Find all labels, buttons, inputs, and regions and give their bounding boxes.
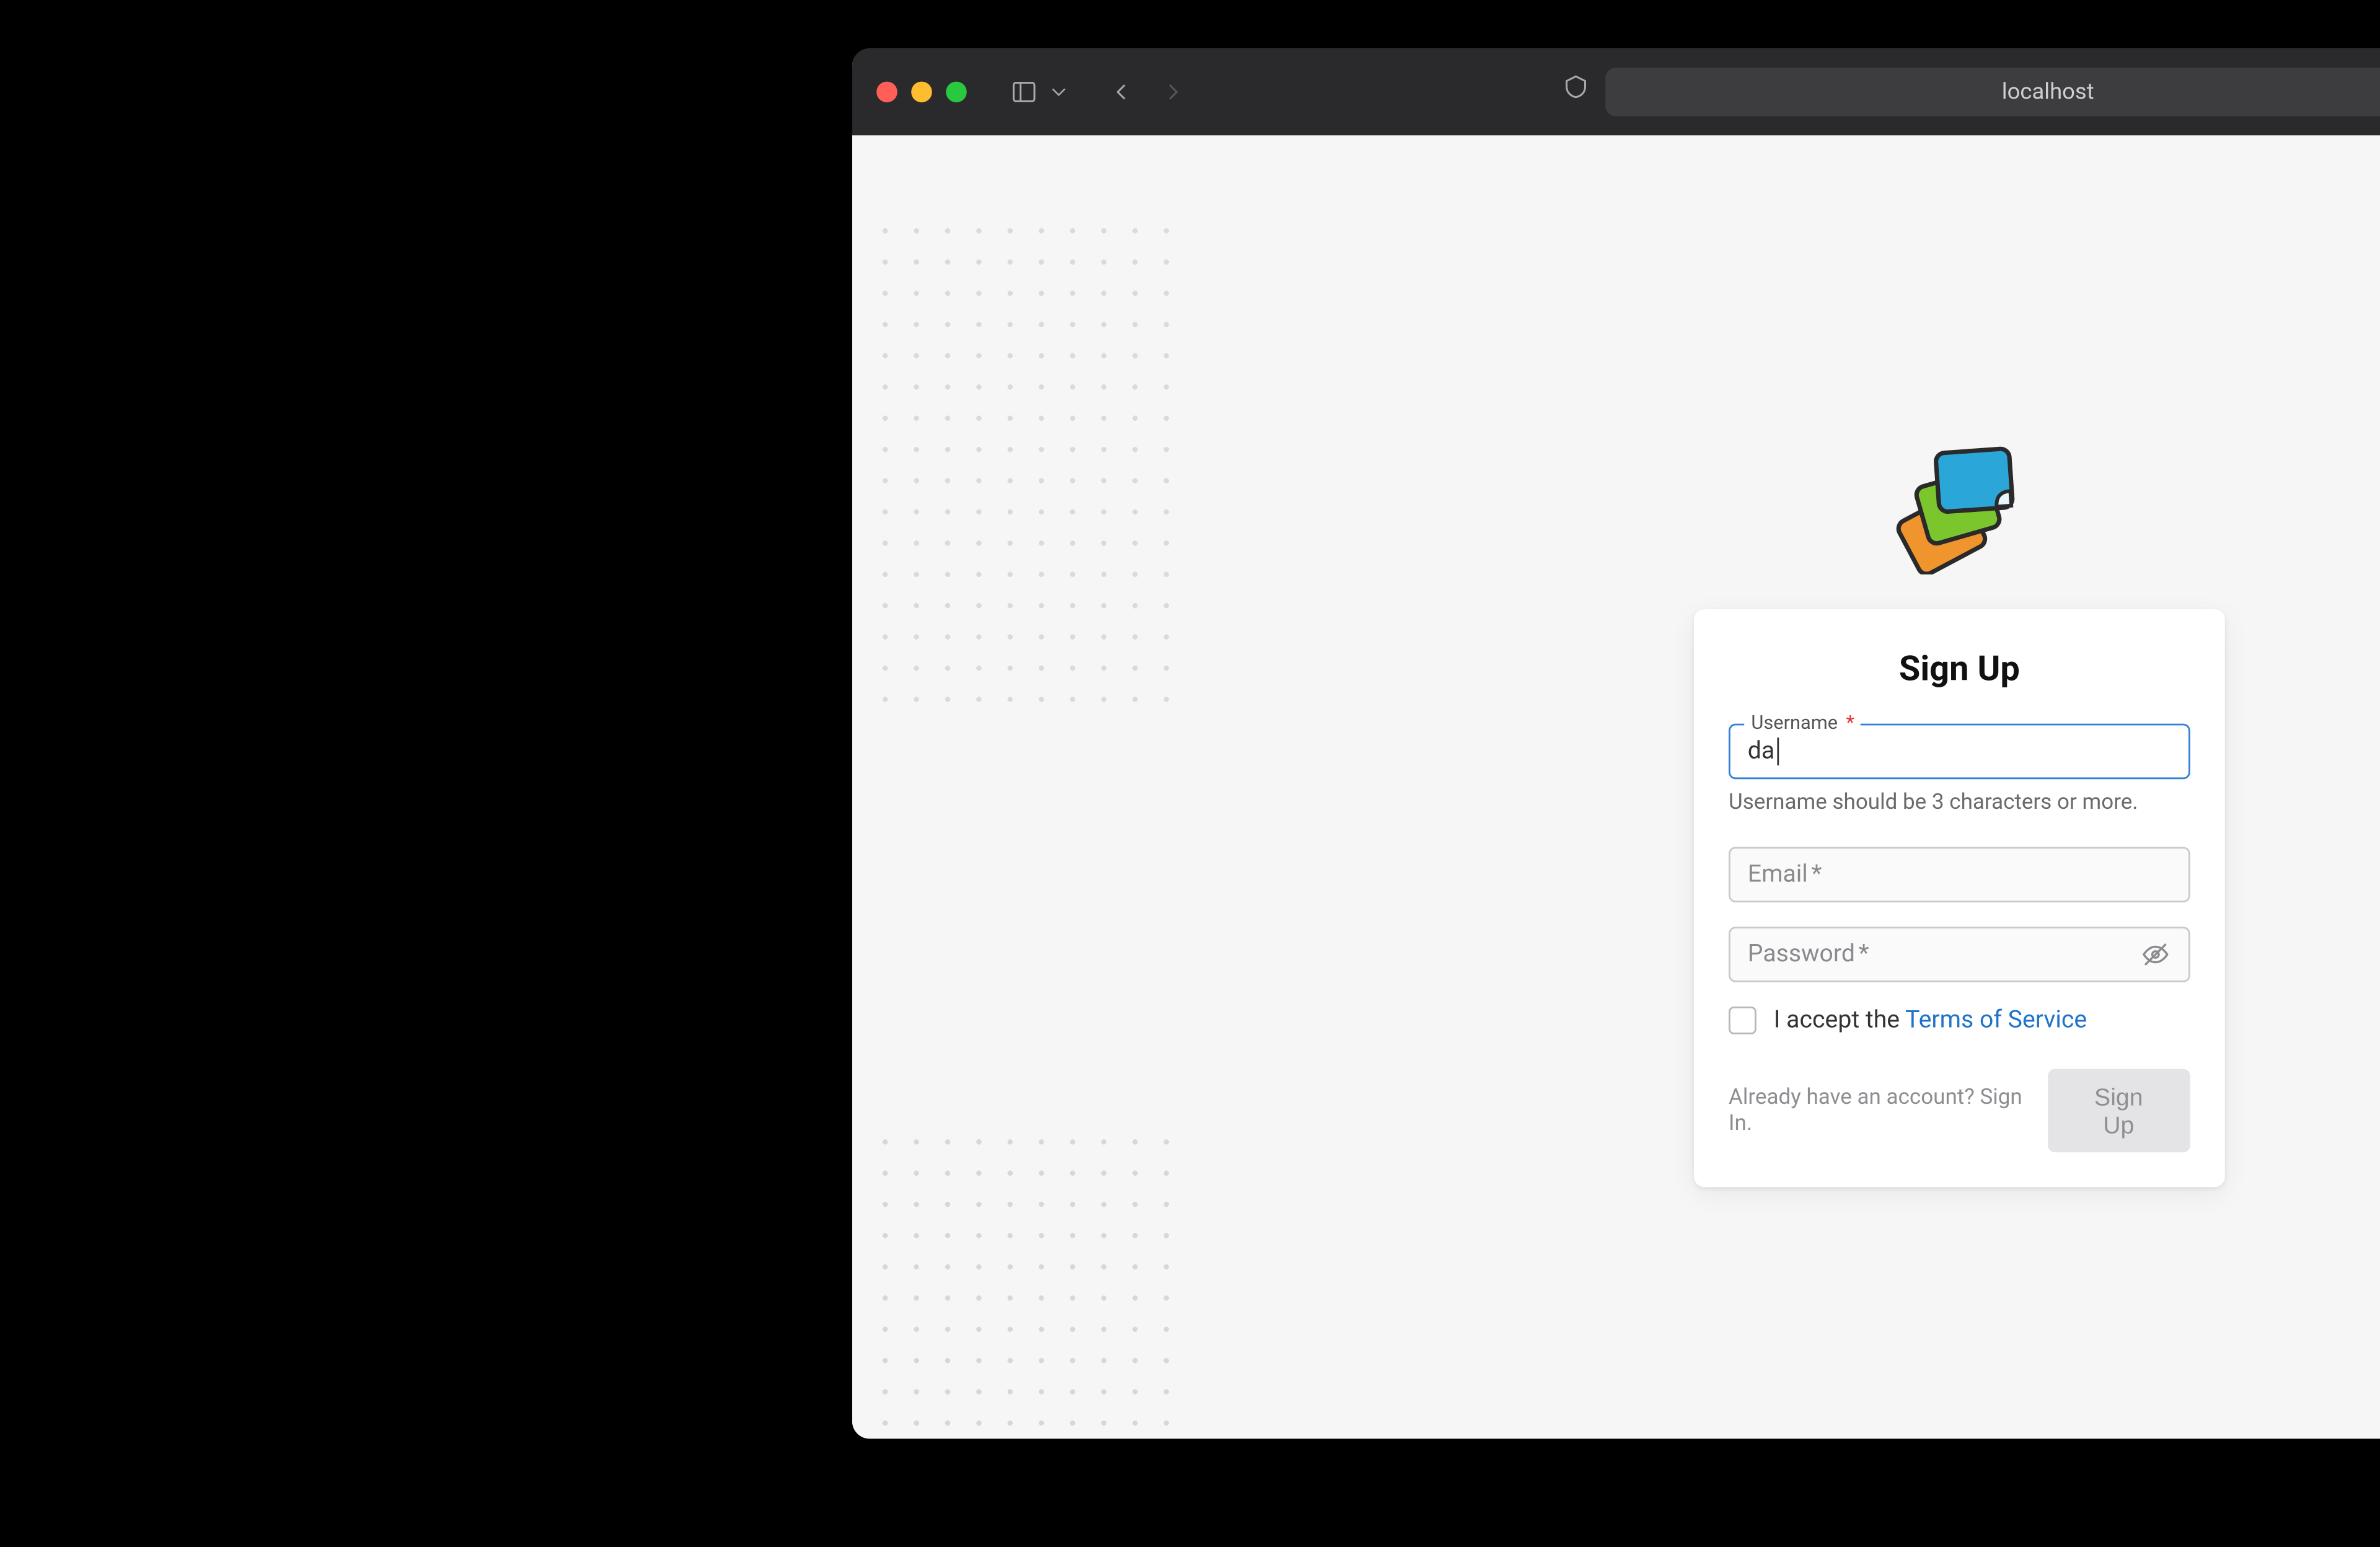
close-window-button[interactable] <box>876 82 897 103</box>
zoom-window-button[interactable] <box>946 82 967 103</box>
privacy-report-icon[interactable] <box>1556 68 1595 106</box>
sidebar-toggle-icon[interactable] <box>1005 73 1043 112</box>
address-bar[interactable]: localhost <box>1605 68 2380 116</box>
page-content: Sign Up Username * da Username should be… <box>852 135 2380 1439</box>
app-logo-icon <box>1885 439 2034 574</box>
sign-up-button[interactable]: Sign Up <box>2047 1069 2190 1152</box>
password-placeholder: Password <box>1747 941 1854 969</box>
text-caret <box>1776 738 1778 765</box>
terms-checkbox[interactable] <box>1729 1007 1756 1034</box>
terms-prefix: I accept the <box>1773 1007 1905 1034</box>
email-field[interactable]: Email* <box>1729 847 2190 902</box>
username-value: da <box>1747 738 1774 765</box>
password-field[interactable]: Password* <box>1729 927 2190 982</box>
titlebar: localhost <box>852 48 2380 135</box>
username-field[interactable]: Username * da <box>1729 724 2190 780</box>
minimize-window-button[interactable] <box>911 82 932 103</box>
address-text: localhost <box>2001 79 2094 105</box>
terms-of-service-link[interactable]: Terms of Service <box>1905 1007 2087 1034</box>
username-helper-text: Username should be 3 characters or more. <box>1729 790 2190 816</box>
signup-card: Sign Up Username * da Username should be… <box>1694 609 2225 1187</box>
card-title: Sign Up <box>1729 647 2190 689</box>
terms-row: I accept the Terms of Service <box>1729 1007 2190 1034</box>
email-placeholder: Email <box>1747 861 1807 889</box>
forward-button[interactable] <box>1154 73 1192 112</box>
signin-prompt: Already have an account? Sign In. <box>1729 1085 2030 1137</box>
toggle-password-visibility-icon[interactable] <box>2140 939 2171 970</box>
browser-window: localhost <box>852 48 2380 1439</box>
chevron-down-icon[interactable] <box>1046 73 1070 112</box>
username-label: Username * <box>1744 712 1861 734</box>
window-controls <box>876 82 967 103</box>
back-button[interactable] <box>1102 73 1140 112</box>
